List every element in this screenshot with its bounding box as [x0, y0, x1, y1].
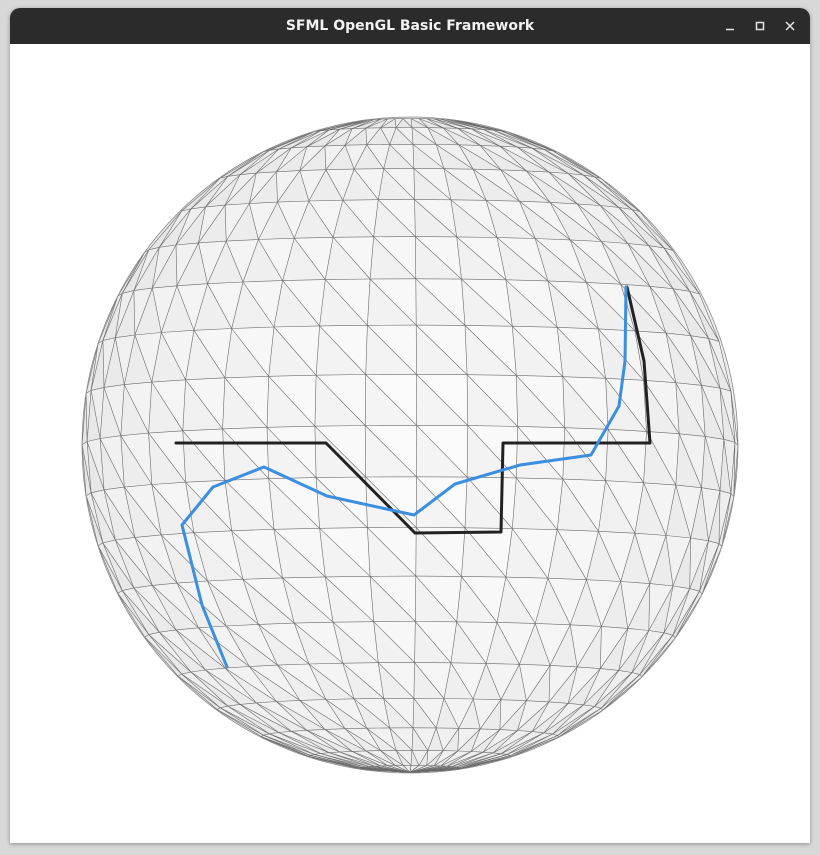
window-title: SFML OpenGL Basic Framework	[285, 18, 535, 34]
opengl-viewport[interactable]	[10, 44, 810, 843]
close-icon	[785, 21, 795, 31]
app-window: SFML OpenGL Basic Framework	[10, 8, 810, 843]
maximize-icon	[755, 21, 765, 31]
gl-canvas[interactable]	[10, 44, 810, 843]
minimize-button[interactable]	[718, 14, 742, 38]
maximize-button[interactable]	[748, 14, 772, 38]
close-button[interactable]	[778, 14, 802, 38]
title-bar[interactable]: SFML OpenGL Basic Framework	[10, 8, 810, 44]
sphere-wireframe	[81, 118, 739, 773]
minimize-icon	[726, 28, 734, 31]
window-controls	[718, 14, 802, 38]
